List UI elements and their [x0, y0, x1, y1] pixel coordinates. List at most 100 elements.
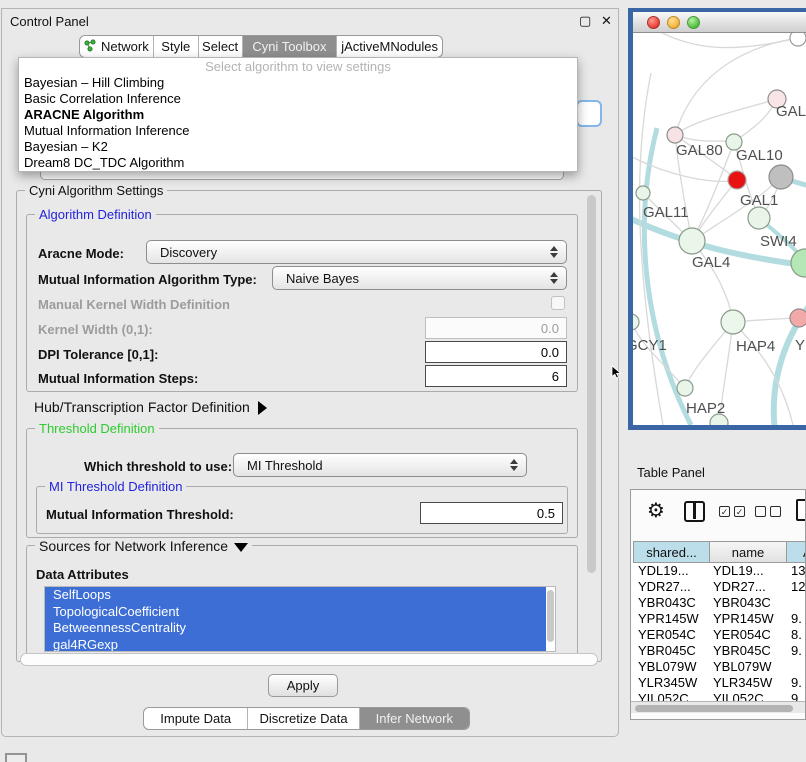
- table-cell[interactable]: 9: [787, 691, 806, 701]
- tab-discretize-data[interactable]: Discretize Data: [248, 708, 359, 729]
- table-row[interactable]: YER054CYER054C8.: [631, 627, 806, 643]
- table-row[interactable]: YBR043CYBR043C: [631, 595, 806, 611]
- table-cell[interactable]: YER054C: [631, 627, 709, 643]
- network-node[interactable]: [728, 171, 746, 189]
- network-edge[interactable]: [653, 33, 798, 48]
- algorithm-option[interactable]: ARACNE Algorithm: [19, 107, 577, 123]
- data-attribute-item[interactable]: TopologicalCoefficient: [45, 604, 546, 621]
- minimize-traffic-light-icon[interactable]: [667, 16, 680, 29]
- table-row[interactable]: YBR045CYBR045C9.: [631, 643, 806, 659]
- table-body[interactable]: YDL19...YDL19...13YDR27...YDR27...12YBR0…: [631, 563, 806, 701]
- table-cell[interactable]: 9.: [787, 611, 806, 627]
- mi-threshold-field[interactable]: 0.5: [420, 502, 563, 524]
- manual-kernel-checkbox[interactable]: [551, 296, 565, 310]
- which-threshold-combo[interactable]: MI Threshold: [233, 453, 527, 477]
- hub-definition-expander[interactable]: Hub/Transcription Factor Definition: [34, 399, 267, 415]
- table-cell[interactable]: YIL052C: [709, 691, 787, 701]
- table-cell[interactable]: YLR345W: [709, 675, 787, 691]
- table-row[interactable]: YBL079WYBL079W: [631, 659, 806, 675]
- mi-steps-field[interactable]: 6: [425, 365, 567, 387]
- data-attributes-list[interactable]: SelfLoopsTopologicalCoefficientBetweenne…: [44, 586, 556, 652]
- network-canvas[interactable]: GALGAL80GAL10GAL1GAL11SWI4GAL4GCY1HAP4YH…: [633, 33, 806, 425]
- sources-group-title[interactable]: Sources for Network Inference: [35, 538, 252, 554]
- unchecked-checkbox-icon[interactable]: [770, 506, 781, 517]
- algorithm-option[interactable]: Bayesian – K2: [19, 139, 577, 155]
- table-hscroll-thumb[interactable]: [635, 705, 793, 712]
- table-cell[interactable]: YBR043C: [631, 595, 709, 611]
- table-cell[interactable]: [787, 595, 806, 611]
- settings-vertical-scrollbar[interactable]: [587, 195, 596, 573]
- table-cell[interactable]: YIL052C: [631, 691, 709, 701]
- table-horizontal-scrollbar[interactable]: [631, 701, 806, 713]
- tab-select[interactable]: Select: [199, 36, 243, 57]
- tab-cyni-toolbox[interactable]: Cyni Toolbox: [243, 36, 338, 57]
- tab-infer-network[interactable]: Infer Network: [360, 708, 469, 729]
- apply-button[interactable]: Apply: [268, 674, 338, 697]
- aracne-mode-combo[interactable]: Discovery: [146, 240, 567, 264]
- table-cell[interactable]: [787, 659, 806, 675]
- table-cell[interactable]: YER054C: [709, 627, 787, 643]
- table-cell[interactable]: YPR145W: [709, 611, 787, 627]
- network-edge[interactable]: [675, 99, 777, 135]
- mi-type-combo[interactable]: Naive Bayes: [272, 266, 567, 290]
- kernel-width-field[interactable]: 0.0: [425, 317, 567, 339]
- checked-checkbox-icon[interactable]: ✓: [734, 506, 745, 517]
- network-node[interactable]: [769, 165, 793, 189]
- zoom-traffic-light-icon[interactable]: [687, 16, 700, 29]
- tab-impute-data[interactable]: Impute Data: [144, 708, 248, 729]
- network-node[interactable]: [636, 186, 650, 200]
- close-window-icon[interactable]: ✕: [601, 13, 612, 29]
- table-cell[interactable]: YDR27...: [709, 579, 787, 595]
- tab-jactivemnodules[interactable]: jActiveMNodules: [337, 36, 442, 57]
- network-node[interactable]: [748, 207, 770, 229]
- column-header-name[interactable]: name: [709, 541, 787, 563]
- data-attribute-item[interactable]: SelfLoops: [45, 587, 546, 604]
- network-node[interactable]: [677, 380, 693, 396]
- table-cell[interactable]: YDR27...: [631, 579, 709, 595]
- network-node[interactable]: [667, 127, 683, 143]
- table-cell[interactable]: YDL19...: [709, 563, 787, 579]
- table-cell[interactable]: YBR045C: [631, 643, 709, 659]
- network-edge[interactable]: [675, 38, 798, 135]
- document-icon[interactable]: [796, 499, 806, 521]
- table-cell[interactable]: 8.: [787, 627, 806, 643]
- columns-icon[interactable]: [684, 501, 705, 522]
- table-cell[interactable]: YDL19...: [631, 563, 709, 579]
- gear-icon[interactable]: ⚙: [647, 498, 665, 523]
- algorithm-option[interactable]: Mutual Information Inference: [19, 123, 577, 139]
- network-node[interactable]: [679, 228, 705, 254]
- network-node[interactable]: [721, 310, 745, 334]
- table-cell[interactable]: YLR345W: [631, 675, 709, 691]
- collapsed-panel-button[interactable]: [5, 753, 27, 762]
- algorithm-option[interactable]: Basic Correlation Inference: [19, 91, 577, 107]
- network-node[interactable]: [791, 249, 806, 277]
- tab-style[interactable]: Style: [154, 36, 199, 57]
- dpi-tolerance-field[interactable]: 0.0: [425, 341, 567, 363]
- table-row[interactable]: YLR345WYLR345W9.: [631, 675, 806, 691]
- table-cell[interactable]: YBR045C: [709, 643, 787, 659]
- algorithm-option[interactable]: Bayesian – Hill Climbing: [19, 75, 577, 91]
- table-cell[interactable]: 9.: [787, 643, 806, 659]
- network-node[interactable]: [790, 309, 806, 327]
- attributes-list-scrollbar[interactable]: [547, 590, 554, 642]
- network-graph[interactable]: GALGAL80GAL10GAL1GAL11SWI4GAL4GCY1HAP4YH…: [633, 33, 806, 425]
- close-traffic-light-icon[interactable]: [647, 16, 660, 29]
- unchecked-checkbox-icon[interactable]: [755, 506, 766, 517]
- data-attribute-item[interactable]: gal4RGexp: [45, 637, 546, 653]
- float-window-icon[interactable]: ▢: [579, 13, 591, 29]
- table-row[interactable]: YDL19...YDL19...13: [631, 563, 806, 579]
- table-cell[interactable]: 13: [787, 563, 806, 579]
- algorithm-combo-focus-ring[interactable]: [576, 100, 602, 127]
- table-cell[interactable]: 9.: [787, 675, 806, 691]
- table-row[interactable]: YPR145WYPR145W9.: [631, 611, 806, 627]
- table-cell[interactable]: YBL079W: [631, 659, 709, 675]
- settings-horizontal-scrollbar[interactable]: [20, 653, 598, 666]
- column-header-partial[interactable]: A: [786, 541, 806, 563]
- network-node[interactable]: [633, 314, 639, 330]
- column-header-shared-name[interactable]: shared...: [633, 541, 710, 563]
- table-cell[interactable]: YBL079W: [709, 659, 787, 675]
- network-node[interactable]: [790, 33, 806, 46]
- network-window-titlebar[interactable]: [633, 12, 806, 33]
- table-cell[interactable]: YPR145W: [631, 611, 709, 627]
- table-cell[interactable]: YBR043C: [709, 595, 787, 611]
